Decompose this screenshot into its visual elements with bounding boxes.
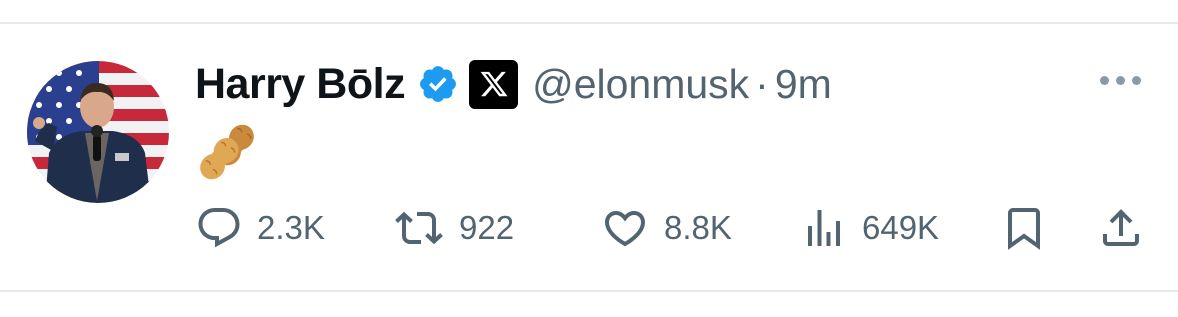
share-button[interactable] bbox=[1097, 204, 1145, 252]
reply-count: 2.3K bbox=[257, 209, 325, 246]
timestamp[interactable]: 9m bbox=[775, 61, 832, 108]
like-button[interactable]: 8.8K bbox=[600, 204, 732, 252]
peanut-icon bbox=[195, 119, 259, 183]
share-icon bbox=[1103, 209, 1139, 246]
reply-icon bbox=[198, 208, 240, 248]
like-count: 8.8K bbox=[664, 209, 732, 246]
views-button[interactable]: 649K bbox=[800, 204, 939, 252]
avatar-image bbox=[27, 61, 169, 203]
more-options-icon[interactable] bbox=[1100, 76, 1141, 85]
views-count: 649K bbox=[862, 209, 940, 246]
repost-icon bbox=[395, 211, 443, 245]
verified-badge-icon[interactable] bbox=[417, 63, 459, 105]
bookmark-button[interactable] bbox=[1000, 204, 1048, 252]
author-name[interactable]: Harry Bōlz bbox=[195, 60, 406, 109]
tweet-header: Harry Bōlz @elonmusk · 9m bbox=[195, 58, 832, 110]
repost-count: 922 bbox=[459, 209, 515, 246]
avatar[interactable] bbox=[27, 61, 169, 203]
heart-icon bbox=[604, 211, 646, 247]
separator-dot: · bbox=[755, 60, 769, 107]
tweet[interactable]: Harry Bōlz @elonmusk · 9m 2.3K 922 8.8K … bbox=[0, 22, 1178, 292]
repost-button[interactable]: 922 bbox=[393, 204, 514, 252]
author-handle[interactable]: @elonmusk bbox=[532, 61, 749, 108]
analytics-icon bbox=[808, 210, 840, 246]
reply-button[interactable]: 2.3K bbox=[195, 204, 325, 252]
x-logo-icon bbox=[469, 59, 519, 109]
tweet-actions: 2.3K 922 8.8K 649K bbox=[195, 204, 1145, 252]
bookmark-icon bbox=[1008, 208, 1040, 250]
